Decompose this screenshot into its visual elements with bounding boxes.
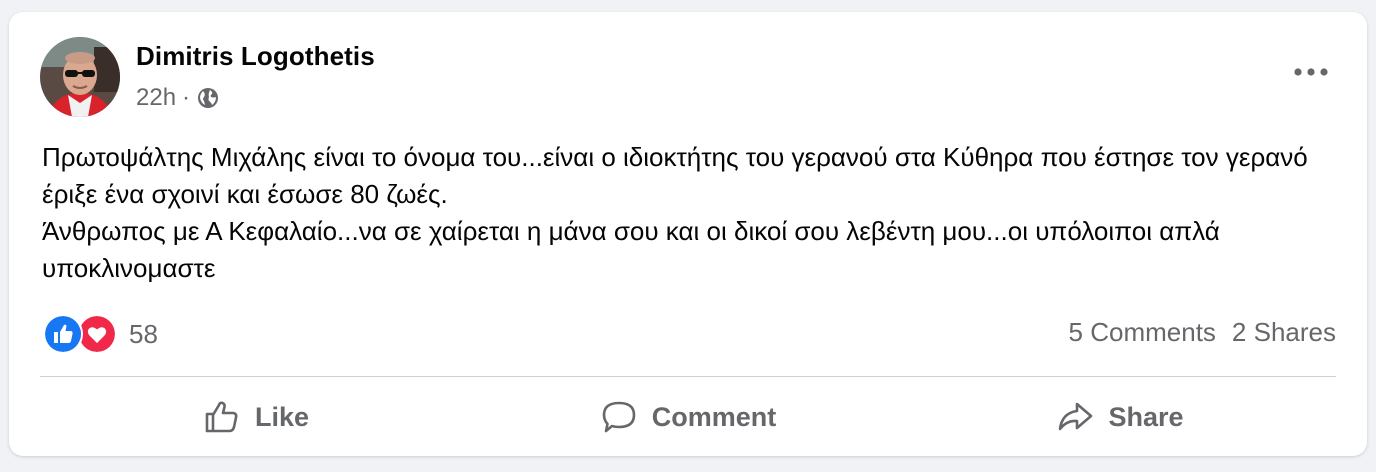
comment-button-label: Comment <box>651 401 777 432</box>
divider <box>40 376 1336 377</box>
shares-count-link[interactable]: 2 Shares <box>1232 317 1336 348</box>
love-reaction-icon <box>77 314 117 354</box>
globe-icon[interactable] <box>196 86 220 110</box>
comment-button[interactable]: Comment <box>472 384 904 450</box>
like-button[interactable]: Like <box>40 384 472 450</box>
post-card: Dimitris Logothetis 22h · Πρωτοψάλτης Μι… <box>9 12 1367 456</box>
thumbs-up-icon <box>205 401 238 433</box>
reaction-count: 58 <box>129 318 158 349</box>
post-stats: 5 Comments 2 Shares <box>1069 317 1336 348</box>
meta-separator: · <box>182 84 191 111</box>
post-text: Πρωτοψάλτης Μιχάλης είναι το όνομα του..… <box>42 139 1332 287</box>
like-button-label: Like <box>254 401 310 432</box>
avatar[interactable] <box>40 37 120 117</box>
comment-icon <box>602 401 636 433</box>
post-meta: 22h · <box>136 84 220 112</box>
share-button-label: Share <box>1108 401 1184 432</box>
like-reaction-icon <box>43 314 83 354</box>
share-arrow-icon <box>1059 402 1093 431</box>
comments-count-link[interactable]: 5 Comments <box>1069 317 1216 348</box>
action-bar: Like Comment Share <box>40 384 1336 450</box>
post-text-paragraph: Άνθρωπος με Α Κεφαλαίο...να σε χαίρεται … <box>42 216 1220 283</box>
share-button[interactable]: Share <box>904 384 1336 450</box>
post-timestamp[interactable]: 22h <box>136 84 176 112</box>
more-options-icon[interactable] <box>1289 60 1333 84</box>
author-name[interactable]: Dimitris Logothetis <box>136 41 375 72</box>
reactions-summary[interactable]: 58 <box>43 314 158 354</box>
post-text-paragraph: Πρωτοψάλτης Μιχάλης είναι το όνομα του..… <box>42 142 1308 209</box>
